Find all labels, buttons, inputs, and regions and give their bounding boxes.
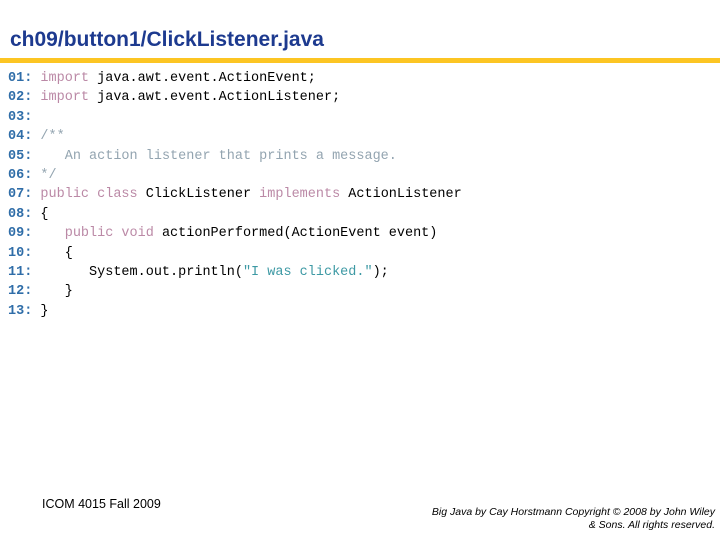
code-token-plain: java.awt.event.ActionEvent; <box>89 71 316 86</box>
code-line-number: 03: <box>8 109 33 125</box>
code-line-number: 01: <box>8 71 33 86</box>
code-token-plain: ActionListener <box>340 187 462 203</box>
code-line-number: 10: <box>8 245 33 261</box>
code-line: 08: { <box>0 205 720 224</box>
code-line-number: 07: <box>8 187 33 203</box>
code-token-keyword: public void <box>64 226 154 242</box>
code-line: 10: { <box>0 244 720 263</box>
code-token-keyword: import <box>40 71 90 86</box>
code-line: 11: System.out.println("I was clicked.")… <box>0 263 720 282</box>
slide-header: ch09/button1/ClickListener.java <box>0 0 720 63</box>
code-line-number: 08: <box>8 206 33 222</box>
code-line: 13: } <box>0 302 720 321</box>
code-token-plain: { <box>32 245 73 261</box>
code-token-keyword: import <box>40 90 90 106</box>
code-line: 09: public void actionPerformed(ActionEv… <box>0 224 720 243</box>
code-token-keyword: implements <box>259 187 341 203</box>
code-line: 12: } <box>0 282 720 301</box>
code-line: 06: */ <box>0 166 720 185</box>
code-line: 07: public class ClickListener implement… <box>0 185 720 204</box>
code-line-number: 05: <box>8 148 33 164</box>
code-line: 01: import java.awt.event.ActionEvent; <box>0 69 720 88</box>
code-token-plain: } <box>32 303 49 319</box>
page-title: ch09/button1/ClickListener.java <box>10 28 324 51</box>
code-line-number: 02: <box>8 90 33 106</box>
footer-copyright-line-2: & Sons. All rights reserved. <box>588 519 715 531</box>
footer-copyright-line-1: Big Java by Cay Horstmann Copyright © 20… <box>431 506 715 518</box>
code-listing: 01: import java.awt.event.ActionEvent; 02… <box>0 69 720 321</box>
code-line-number: 11: <box>8 264 33 280</box>
code-line: 02: import java.awt.event.ActionListener… <box>0 88 720 107</box>
code-token-keyword: public class <box>40 187 138 203</box>
code-token-plain: ClickListener <box>137 187 260 203</box>
code-line-number: 12: <box>8 284 33 300</box>
code-token-plain: { <box>32 206 49 222</box>
code-line-number: 09: <box>8 226 33 242</box>
code-token-comment: An action listener that prints a message… <box>40 148 397 164</box>
code-line-number: 04: <box>8 129 33 145</box>
code-line: 05: An action listener that prints a mes… <box>0 147 720 166</box>
footer-copyright: Big Java by Cay Horstmann Copyright © 20… <box>355 506 715 532</box>
title-divider <box>0 58 720 63</box>
code-token-comment: /** <box>40 129 65 145</box>
code-token-plain: java.awt.event.ActionListener; <box>89 90 341 106</box>
code-token-comment: */ <box>40 167 57 183</box>
code-line: 03: <box>0 108 720 127</box>
code-line: 04: /** <box>0 127 720 146</box>
code-token-plain: } <box>32 284 73 300</box>
code-token-string: "I was clicked." <box>242 264 373 280</box>
code-token-plain: System.out.println( <box>32 264 243 280</box>
footer-course-label: ICOM 4015 Fall 2009 <box>42 497 161 511</box>
code-token-plain: actionPerformed(ActionEvent event) <box>153 226 438 242</box>
code-token-plain: ); <box>372 264 389 280</box>
code-line-number: 13: <box>8 303 33 319</box>
slide-footer: ICOM 4015 Fall 2009 Big Java by Cay Hors… <box>0 486 720 540</box>
code-line-number: 06: <box>8 167 33 183</box>
